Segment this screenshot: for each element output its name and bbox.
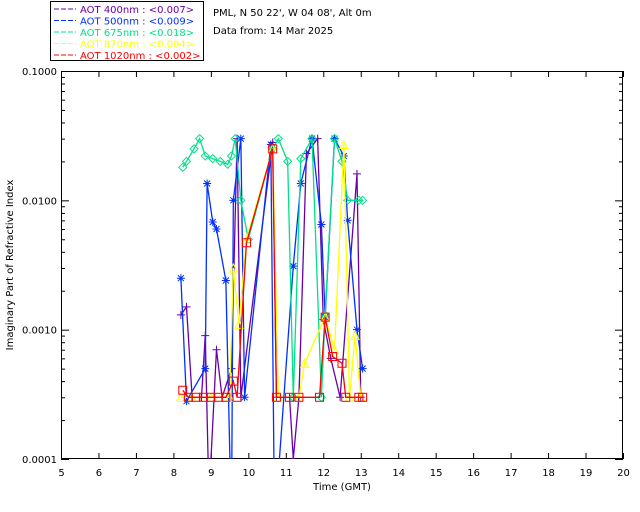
data-point-asterisk [208,217,217,226]
x-tick-label: 18 [542,468,555,479]
data-point-asterisk [203,179,212,188]
data-point-plus [326,354,335,363]
data-point-asterisk [343,216,352,225]
y-axis-label: Imaginary Part of Refractive Index [5,180,16,351]
x-tick-label: 8 [171,468,177,479]
y-tick-label: 0.0001 [22,455,57,466]
data-point-plus [227,364,236,373]
chart: AOT 400nm : <0.007>AOT 500nm : <0.009>AO… [5,1,630,502]
x-tick-label: 11 [280,468,293,479]
x-tick-label: 5 [58,468,64,479]
data-point-asterisk [240,393,249,402]
data-point-asterisk [317,220,326,229]
data-point-asterisk [201,364,210,373]
x-tick-label: 10 [242,468,255,479]
data-point-plus [182,302,191,311]
data-point-asterisk [221,276,230,285]
x-tick-label: 13 [355,468,368,479]
y-tick-label: 0.0010 [22,326,57,337]
legend-entry: AOT 500nm : <0.009> [80,17,194,28]
x-tick-label: 12 [317,468,330,479]
data-point-plus [212,345,221,354]
x-axis-label: Time (GMT) [312,482,371,493]
data-point-plus [205,494,213,502]
data-point-asterisk [236,134,245,143]
data-point-asterisk [358,364,367,373]
x-tick-label: 7 [133,468,139,479]
series-1 [176,134,367,459]
x-tick-label: 16 [467,468,480,479]
data-point-plus [336,393,345,402]
y-tick-label: 0.1000 [22,67,57,78]
data-point-plus [352,169,361,178]
data-point-asterisk [212,225,221,234]
data-point-plus [289,455,298,459]
x-tick-label: 20 [617,468,630,479]
data-point-asterisk [176,274,185,283]
data-point-plus [176,310,185,319]
legend-entry: AOT 675nm : <0.018> [80,28,194,39]
y-tick-label: 0.0100 [22,196,57,207]
site-label: PML, N 50 22', W 04 08', Alt 0m [213,8,372,19]
x-tick-label: 17 [505,468,518,479]
data-point-asterisk [296,179,305,188]
x-tick-label: 19 [580,468,593,479]
legend-entry: AOT 400nm : <0.007> [80,5,194,16]
legend-entry: AOT 870nm : <0.004> [80,40,194,51]
x-tick-label: 15 [430,468,443,479]
x-tick-label: 6 [96,468,102,479]
date-label: Data from: 14 Mar 2025 [213,26,333,37]
x-tick-label: 14 [392,468,405,479]
legend-entry: AOT 1020nm : <0.002> [80,51,200,62]
x-tick-label: 9 [208,468,214,479]
